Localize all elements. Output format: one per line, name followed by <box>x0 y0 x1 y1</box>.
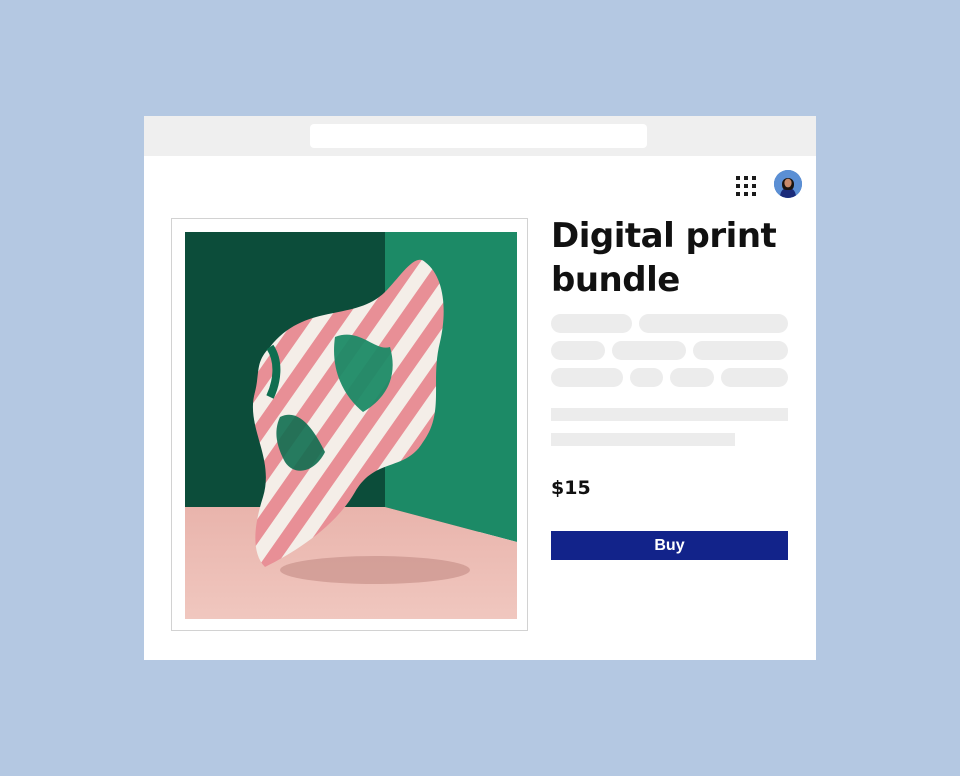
product-image-frame <box>171 218 528 631</box>
buy-button[interactable]: Buy <box>551 531 788 560</box>
text-placeholder <box>551 368 623 387</box>
product-image[interactable] <box>185 232 517 619</box>
product-price: $15 <box>551 477 591 499</box>
grid-icon[interactable] <box>734 174 756 196</box>
text-placeholder <box>551 433 735 446</box>
text-placeholder <box>670 368 714 387</box>
product-title: Digital print bundle <box>551 216 777 300</box>
text-placeholder <box>639 314 788 333</box>
text-placeholder <box>630 368 663 387</box>
product-artwork <box>185 232 517 619</box>
text-placeholder <box>721 368 788 387</box>
browser-toolbar <box>144 116 816 156</box>
user-avatar-icon <box>774 170 802 198</box>
text-placeholder <box>551 314 632 333</box>
text-placeholder <box>693 341 788 360</box>
text-placeholder <box>551 408 788 421</box>
avatar[interactable] <box>774 170 802 198</box>
text-placeholder <box>612 341 686 360</box>
address-bar[interactable] <box>310 124 647 148</box>
text-placeholder <box>551 341 605 360</box>
browser-window: Digital print bundle $15 Buy <box>144 116 816 660</box>
